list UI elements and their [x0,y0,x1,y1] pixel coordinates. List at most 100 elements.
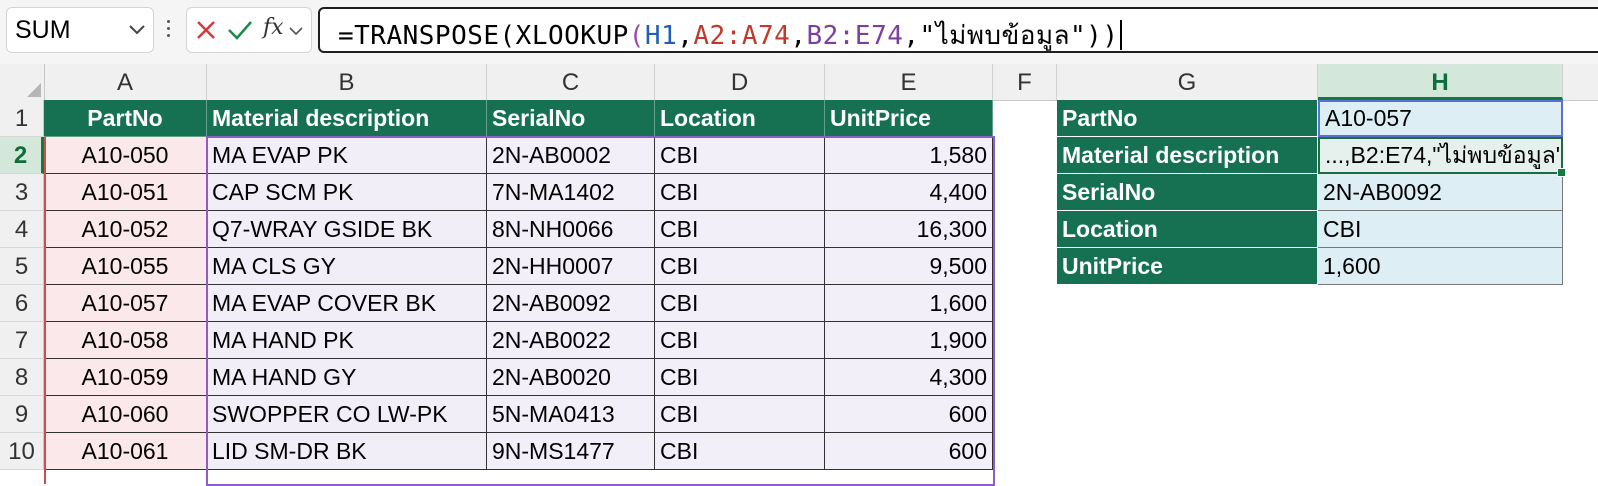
cell-d2[interactable]: CBI [655,137,825,174]
cell-d8[interactable]: CBI [655,359,825,396]
lookup-label-serialno[interactable]: SerialNo [1057,174,1318,211]
cell-d9[interactable]: CBI [655,396,825,433]
table-header-serialno[interactable]: SerialNo [487,100,655,137]
cell-a9[interactable]: A10-060 [44,396,207,433]
formula-text: =TRANSPOSE(XLOOKUP [338,21,629,51]
cancel-icon[interactable] [195,19,217,41]
row-header[interactable]: 3 [0,174,44,211]
cell-d7[interactable]: CBI [655,322,825,359]
formula-text: , [677,21,694,51]
cell-e9[interactable]: 600 [825,396,993,433]
row-header[interactable]: 5 [0,248,44,285]
lookup-value-unitprice[interactable]: 1,600 [1318,248,1563,285]
table-header-unitprice[interactable]: UnitPrice [825,100,993,137]
lookup-value-location[interactable]: CBI [1318,211,1563,248]
text-caret [1120,20,1123,50]
cell-c6[interactable]: 2N-AB0092 [487,285,655,322]
column-header-f[interactable]: F [993,64,1057,100]
row-header[interactable]: 10 [0,433,44,470]
cell-d3[interactable]: CBI [655,174,825,211]
insert-function-icon[interactable]: fx [263,15,284,40]
row-header[interactable]: 1 [0,100,44,137]
cell-e2[interactable]: 1,580 [825,137,993,174]
column-header-e[interactable]: E [825,64,993,100]
cell-a6[interactable]: A10-057 [44,285,207,322]
cell-e7[interactable]: 1,900 [825,322,993,359]
formula-input[interactable]: =TRANSPOSE(XLOOKUP(H1,A2:A74,B2:E74,"ไม่… [318,7,1598,53]
cell-a4[interactable]: A10-052 [44,211,207,248]
row-header[interactable]: 7 [0,322,44,359]
cell-e3[interactable]: 4,400 [825,174,993,211]
cell-b2[interactable]: MA EVAP PK [207,137,487,174]
chevron-down-icon[interactable] [129,25,145,35]
cell-e5[interactable]: 9,500 [825,248,993,285]
active-cell-h2[interactable]: ...,B2:E74,"ไม่พบข้อมูล")) [1318,137,1563,174]
formula-ref-b2-e74: B2:E74 [806,21,904,51]
table-header-material-description[interactable]: Material description [207,100,487,137]
cell-d5[interactable]: CBI [655,248,825,285]
cell-e10[interactable]: 600 [825,433,993,470]
lookup-value-partno[interactable]: A10-057 [1318,100,1563,137]
formula-bar: SUM fx =TRANSPOSE(XLOOKUP(H1,A2:A74,B2:E… [0,0,1598,64]
row-header[interactable]: 9 [0,396,44,433]
cell-a5[interactable]: A10-055 [44,248,207,285]
column-headers: A B C D E F G H [0,64,1598,101]
cell-a8[interactable]: A10-059 [44,359,207,396]
cell-a2[interactable]: A10-050 [44,137,207,174]
select-all-button[interactable] [0,64,45,100]
name-box-value: SUM [15,16,71,44]
table-header-location[interactable]: Location [655,100,825,137]
cell-b4[interactable]: Q7-WRAY GSIDE BK [207,211,487,248]
column-header-b[interactable]: B [207,64,487,100]
cell-c2[interactable]: 2N-AB0002 [487,137,655,174]
enter-check-icon[interactable] [227,19,253,41]
table-header-partno[interactable]: PartNo [44,100,207,137]
fill-handle[interactable] [1557,168,1566,177]
cell-e4[interactable]: 16,300 [825,211,993,248]
cell-c3[interactable]: 7N-MA1402 [487,174,655,211]
formula-controls: fx [186,7,312,53]
cell-b8[interactable]: MA HAND GY [207,359,487,396]
column-header-g[interactable]: G [1057,64,1318,100]
row-header[interactable]: 2 [0,137,44,174]
column-header-d[interactable]: D [655,64,825,100]
column-header-h[interactable]: H [1318,64,1563,100]
formula-text: , [790,21,807,51]
cell-d4[interactable]: CBI [655,211,825,248]
column-header-c[interactable]: C [487,64,655,100]
row-header[interactable]: 6 [0,285,44,322]
row-header[interactable]: 4 [0,211,44,248]
cell-c9[interactable]: 5N-MA0413 [487,396,655,433]
cell-b9[interactable]: SWOPPER CO LW-PK [207,396,487,433]
name-box[interactable]: SUM [6,7,154,53]
column-header-a[interactable]: A [44,64,207,100]
cell-b7[interactable]: MA HAND PK [207,322,487,359]
cell-d10[interactable]: CBI [655,433,825,470]
cell-c8[interactable]: 2N-AB0020 [487,359,655,396]
cell-c10[interactable]: 9N-MS1477 [487,433,655,470]
lookup-label-material-description[interactable]: Material description [1057,137,1318,174]
cell-c5[interactable]: 2N-HH0007 [487,248,655,285]
cell-b3[interactable]: CAP SCM PK [207,174,487,211]
cell-b10[interactable]: LID SM-DR BK [207,433,487,470]
cell-c4[interactable]: 8N-NH0066 [487,211,655,248]
formula-ref-h1: H1 [644,21,678,51]
row-header[interactable]: 8 [0,359,44,396]
formula-text: ,"ไม่พบข้อมูล") [903,21,1103,51]
cell-e6[interactable]: 1,600 [825,285,993,322]
lookup-label-unitprice[interactable]: UnitPrice [1057,248,1318,285]
cell-a10[interactable]: A10-061 [44,433,207,470]
more-options-icon[interactable] [164,16,172,46]
cell-d6[interactable]: CBI [655,285,825,322]
chevron-down-icon[interactable] [289,27,303,36]
cell-a7[interactable]: A10-058 [44,322,207,359]
lookup-label-partno[interactable]: PartNo [1057,100,1318,137]
cell-a3[interactable]: A10-051 [44,174,207,211]
cell-b6[interactable]: MA EVAP COVER BK [207,285,487,322]
cell-b5[interactable]: MA CLS GY [207,248,487,285]
cell-e8[interactable]: 4,300 [825,359,993,396]
lookup-label-location[interactable]: Location [1057,211,1318,248]
formula-ref-a2-a74: A2:A74 [693,21,791,51]
cell-c7[interactable]: 2N-AB0022 [487,322,655,359]
lookup-value-serialno[interactable]: 2N-AB0092 [1318,174,1563,211]
